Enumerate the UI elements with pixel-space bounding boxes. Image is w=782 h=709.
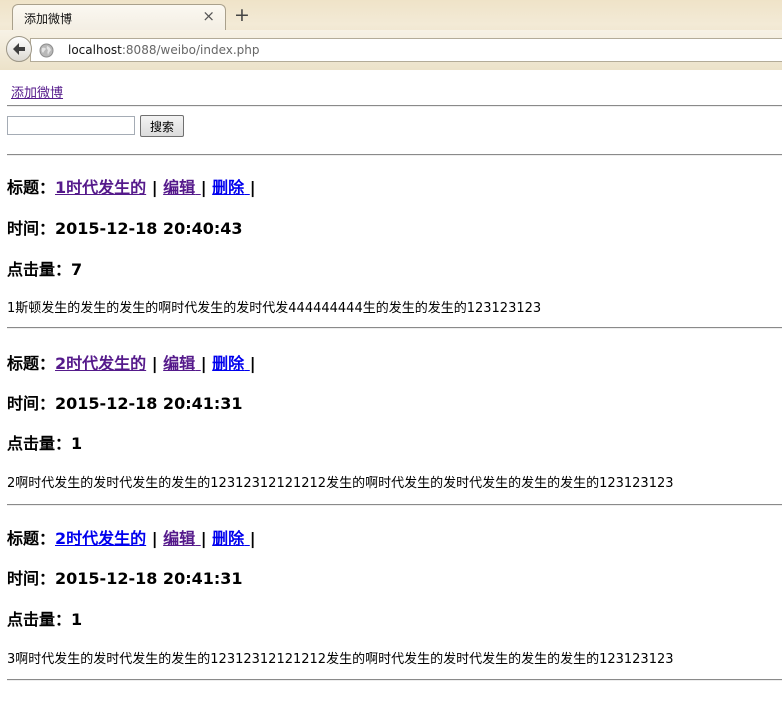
edit-link[interactable]: 编辑 (163, 529, 201, 548)
post-clicks: 1 (71, 610, 83, 629)
separator: | (151, 529, 158, 548)
post-content: 2啊时代发生的发时代发生的发生的12312312121212发生的啊时代发生的发… (7, 476, 674, 491)
edit-link[interactable]: 编辑 (163, 178, 201, 197)
separator: | (200, 178, 207, 197)
search-input[interactable] (7, 116, 135, 135)
post-clicks-line: 点击量：7 (7, 256, 82, 280)
address-bar[interactable]: localhost:8088/weibo/index.php (30, 38, 782, 62)
post-time-line: 时间：2015-12-18 20:41:31 (7, 565, 243, 589)
post-title-line: 标题：1时代发生的 | 编辑 | 删除 | (7, 174, 256, 198)
post-time: 2015-12-18 20:41:31 (55, 394, 243, 413)
post-content: 1斯顿发生的发生的发生的啊时代发生的发时代发444444444生的发生的发生的1… (7, 301, 542, 316)
clicks-label: 点击量： (7, 260, 72, 279)
divider (7, 679, 782, 681)
globe-icon (39, 43, 54, 62)
separator: | (249, 354, 256, 373)
url-path: :8088/weibo/index.php (121, 43, 260, 57)
time-label: 时间： (7, 569, 56, 588)
delete-link[interactable]: 删除 (212, 354, 250, 373)
back-button[interactable] (6, 36, 32, 62)
divider (7, 105, 782, 107)
post-time: 2015-12-18 20:41:31 (55, 569, 243, 588)
close-icon[interactable]: × (202, 8, 215, 24)
navigation-bar: localhost:8088/weibo/index.php (0, 30, 782, 70)
browser-tab[interactable]: 添加微博 × (12, 4, 226, 31)
delete-link[interactable]: 删除 (212, 529, 250, 548)
url-text: localhost:8088/weibo/index.php (68, 43, 260, 57)
post-content: 3啊时代发生的发时代发生的发生的12312312121212发生的啊时代发生的发… (7, 652, 674, 667)
divider (7, 327, 782, 329)
post-title-line: 标题：2时代发生的 | 编辑 | 删除 | (7, 350, 256, 374)
separator: | (249, 529, 256, 548)
new-tab-icon[interactable]: + (234, 5, 250, 25)
separator: | (200, 529, 207, 548)
divider (7, 504, 782, 506)
post-clicks: 1 (71, 434, 83, 453)
post-clicks-line: 点击量：1 (7, 606, 82, 630)
page-content: 添加微博 搜索 标题：1时代发生的 | 编辑 | 删除 | 时间：2015-12… (0, 71, 782, 709)
title-label: 标题： (7, 178, 56, 197)
separator: | (151, 178, 158, 197)
back-arrow-icon (13, 43, 25, 55)
title-label: 标题： (7, 529, 56, 548)
separator: | (200, 354, 207, 373)
time-label: 时间： (7, 219, 56, 238)
search-button[interactable]: 搜索 (140, 115, 184, 137)
clicks-label: 点击量： (7, 610, 72, 629)
post-title-link[interactable]: 2时代发生的 (55, 354, 146, 373)
separator: | (151, 354, 158, 373)
separator: | (249, 178, 256, 197)
delete-link[interactable]: 删除 (212, 178, 250, 197)
post-time-line: 时间：2015-12-18 20:40:43 (7, 215, 243, 239)
title-label: 标题： (7, 354, 56, 373)
post-title-line: 标题：2时代发生的 | 编辑 | 删除 | (7, 525, 256, 549)
post-time-line: 时间：2015-12-18 20:41:31 (7, 390, 243, 414)
post-clicks-line: 点击量：1 (7, 430, 82, 454)
clicks-label: 点击量： (7, 434, 72, 453)
browser-chrome: 添加微博 × + localhost:8088/weibo/index.php (0, 0, 782, 70)
edit-link[interactable]: 编辑 (163, 354, 201, 373)
post-time: 2015-12-18 20:40:43 (55, 219, 243, 238)
post-clicks: 7 (71, 260, 83, 279)
post-title-link[interactable]: 2时代发生的 (55, 529, 146, 548)
add-weibo-link[interactable]: 添加微博 (11, 82, 63, 101)
post-title-link[interactable]: 1时代发生的 (55, 178, 146, 197)
divider (7, 154, 782, 156)
url-host: localhost (68, 43, 122, 57)
time-label: 时间： (7, 394, 56, 413)
tab-title: 添加微博 (24, 12, 73, 26)
